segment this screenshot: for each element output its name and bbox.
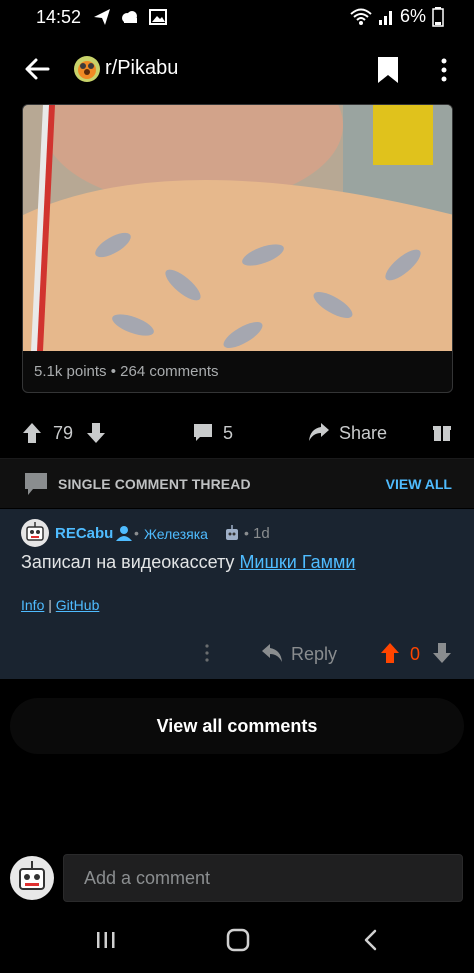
back-button[interactable] [22,54,52,84]
status-time: 14:52 [36,6,82,27]
share-icon[interactable] [308,422,330,442]
info-link[interactable]: Info [21,597,44,613]
comment-score: 0 [410,644,421,664]
award-icon[interactable] [433,422,451,442]
bot-links: Info | GitHub [21,597,99,613]
more-options-icon[interactable] [432,55,456,85]
bookmark-icon[interactable] [375,55,401,85]
comment-count[interactable]: 5 [223,423,233,444]
link-separator: | [44,597,56,613]
robot-avatar-icon[interactable] [21,519,49,547]
comment-link[interactable]: Мишки Гамми [239,552,355,572]
robot-flair-icon [226,525,238,540]
comment-icon[interactable] [193,423,213,443]
post-image[interactable] [23,105,452,351]
user-flair: Железяка [144,526,208,542]
single-comment-thread-banner: SINGLE COMMENT THREAD VIEW ALL [0,458,474,508]
thread-comment-icon [25,473,47,495]
reply-label[interactable]: Reply [291,644,337,665]
vote-count: 79 [53,423,74,443]
add-comment-input[interactable]: Add a comment [63,854,463,902]
home-icon[interactable] [226,928,250,952]
status-bar: 14:52 6% [0,0,474,34]
comment-author[interactable]: RECabu [55,525,113,542]
comment-composer: Add a comment [0,848,474,910]
notification-icons [93,8,168,26]
post-action-bar: 79 5 Share [0,410,474,456]
battery-percent: 6% [399,6,426,26]
comment-text: Записал на видеокассету [21,552,240,572]
subreddit-avatar[interactable] [74,56,100,82]
back-nav-icon[interactable] [361,928,381,952]
upvote-icon[interactable] [22,422,42,444]
subreddit-name[interactable]: r/Pikabu [105,57,178,80]
separator-dot: • [244,525,249,541]
op-user-icon [116,526,132,541]
system-nav-bar [0,915,474,973]
comment-time: 1d [253,525,270,542]
comment-body: Записал на видеокассету Мишки Гамми [21,552,355,573]
send-icon [94,9,111,25]
share-label[interactable]: Share [339,423,387,444]
battery-icon [432,6,444,27]
post-image-drawing [23,105,452,351]
post-stats: 5.1k points • 264 comments [34,363,219,380]
comment-downvote-icon[interactable] [432,642,452,664]
recent-apps-icon[interactable] [95,929,117,951]
thread-label: SINGLE COMMENT THREAD [58,476,251,492]
separator-dot: • [134,525,139,541]
comment-actions: Reply 0 [0,637,474,673]
post-media-card[interactable]: 5.1k points • 264 comments [22,104,453,393]
comment: RECabu • Железяка • 1d Записал на видеок… [0,509,474,679]
view-all-link[interactable]: VIEW ALL [386,476,452,492]
wifi-icon [350,8,372,25]
reply-icon[interactable] [261,643,283,663]
image-icon [149,9,168,25]
view-all-comments-button[interactable]: View all comments [10,698,464,754]
user-avatar[interactable] [10,856,54,900]
comment-upvote-icon[interactable] [380,642,400,664]
cloud-icon [122,11,138,23]
status-right: 6% [350,6,444,27]
github-link[interactable]: GitHub [56,597,100,613]
signal-icon [378,10,392,25]
comment-more-icon[interactable] [203,643,211,663]
downvote-icon[interactable] [86,422,106,444]
